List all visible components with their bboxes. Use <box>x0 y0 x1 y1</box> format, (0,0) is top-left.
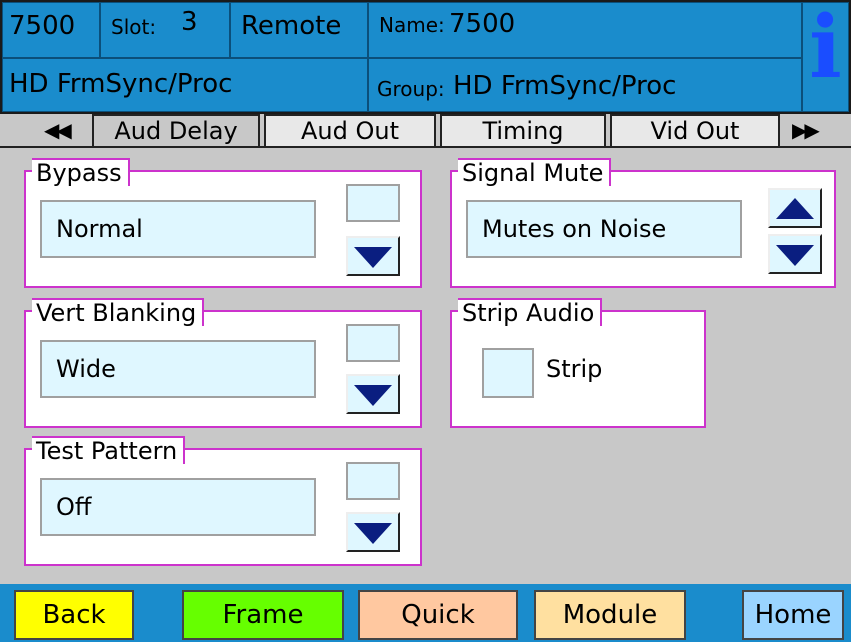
test-pattern-down-button[interactable] <box>346 512 400 552</box>
tab-underline <box>0 146 851 148</box>
module-button[interactable]: Module <box>534 590 686 640</box>
signal-mute-value-field[interactable]: Mutes on Noise <box>466 200 742 258</box>
group-cell: Group: HD FrmSync/Proc <box>368 58 802 112</box>
group-value: HD FrmSync/Proc <box>453 71 677 101</box>
tab-timing[interactable]: Timing <box>440 114 606 146</box>
test-pattern-up-slot <box>346 462 400 500</box>
tabs-next-arrow[interactable]: ▶▶ <box>792 114 820 146</box>
strip-checkbox-label: Strip <box>546 355 603 383</box>
chevron-up-icon <box>776 198 814 219</box>
test-pattern-panel: Test Pattern Off <box>24 436 422 566</box>
signal-mute-label: Signal Mute <box>458 158 612 186</box>
signal-mute-up-button[interactable] <box>768 188 822 228</box>
bypass-up-slot <box>346 184 400 222</box>
chevron-down-icon <box>354 385 392 406</box>
frame-button[interactable]: Frame <box>182 590 344 640</box>
info-glyph: i <box>809 0 842 98</box>
test-pattern-value-field[interactable]: Off <box>40 478 316 536</box>
mode-text: Remote <box>241 11 342 41</box>
tab-vid-out[interactable]: Vid Out <box>610 114 780 146</box>
slot-cell: Slot: 3 <box>100 2 230 58</box>
home-button[interactable]: Home <box>742 590 844 640</box>
strip-audio-label: Strip Audio <box>458 298 603 326</box>
bypass-value-field[interactable]: Normal <box>40 200 316 258</box>
name-cell: Name: 7500 <box>368 2 802 58</box>
slot-value: 3 <box>181 7 198 37</box>
mode-cell: Remote <box>230 2 368 58</box>
header: 7500 Slot: 3 Remote Name: 7500 HD FrmSyn… <box>0 0 851 114</box>
name-value: 7500 <box>449 9 516 39</box>
name-label: Name: <box>379 13 445 37</box>
info-icon[interactable]: i <box>802 2 849 112</box>
back-button[interactable]: Back <box>14 590 134 640</box>
group-label: Group: <box>377 77 445 101</box>
tab-aud-delay[interactable]: Aud Delay <box>92 114 260 146</box>
tabs-prev-arrow[interactable]: ◀◀ <box>44 114 72 146</box>
bypass-panel: Bypass Normal <box>24 158 422 288</box>
vert-blanking-down-button[interactable] <box>346 374 400 414</box>
signal-mute-down-button[interactable] <box>768 234 822 274</box>
vert-blanking-label: Vert Blanking <box>32 298 205 326</box>
signal-mute-panel: Signal Mute Mutes on Noise <box>450 158 836 288</box>
vert-blanking-panel: Vert Blanking Wide <box>24 298 422 428</box>
model-number: 7500 <box>9 11 76 41</box>
chevron-down-icon <box>354 523 392 544</box>
bypass-down-button[interactable] <box>346 236 400 276</box>
bottom-nav-bar: Back Frame Quick Module Home <box>0 584 851 642</box>
strip-checkbox[interactable] <box>482 348 534 398</box>
quick-button[interactable]: Quick <box>358 590 518 640</box>
model-cell: 7500 <box>2 2 100 58</box>
product-name: HD FrmSync/Proc <box>9 69 233 99</box>
test-pattern-label: Test Pattern <box>32 436 186 464</box>
tab-bar: ◀◀ Aud Delay Aud Out Timing Vid Out ▶▶ <box>0 114 851 150</box>
strip-audio-panel: Strip Audio Strip <box>450 298 706 428</box>
tab-aud-out[interactable]: Aud Out <box>264 114 436 146</box>
slot-label: Slot: <box>111 15 157 39</box>
chevron-down-icon <box>776 245 814 266</box>
vert-blanking-value-field[interactable]: Wide <box>40 340 316 398</box>
bypass-label: Bypass <box>32 158 130 186</box>
product-cell: HD FrmSync/Proc <box>2 58 368 112</box>
vert-blanking-up-slot <box>346 324 400 362</box>
chevron-down-icon <box>354 247 392 268</box>
